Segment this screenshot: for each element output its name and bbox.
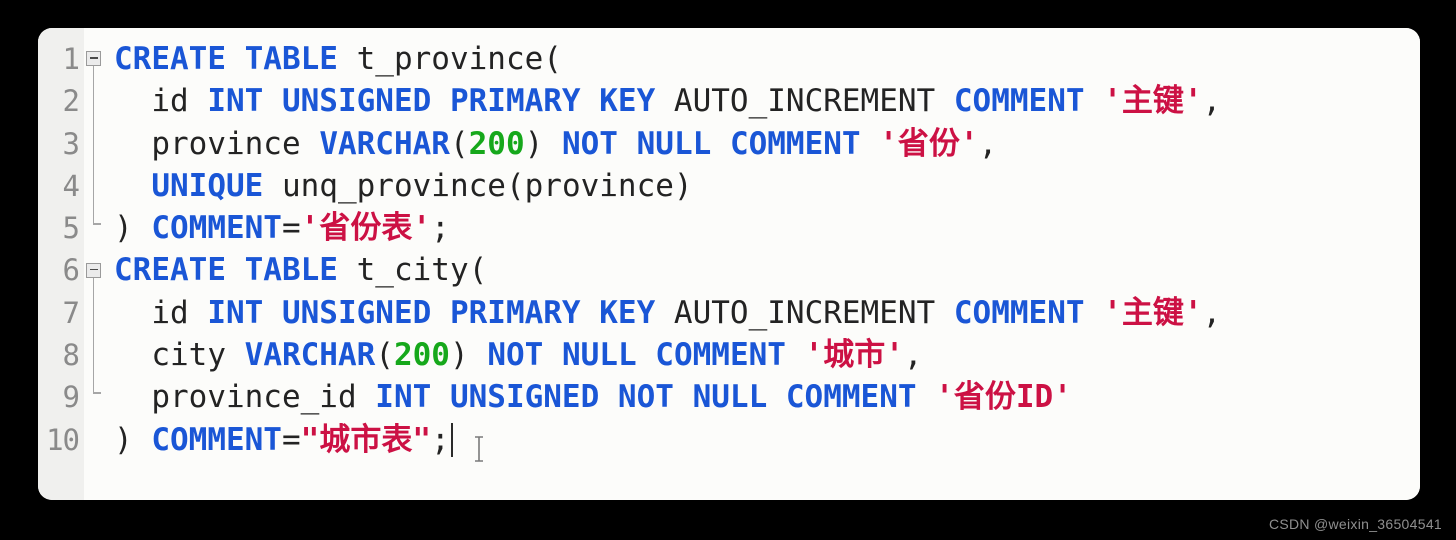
token-str: "城市表" (300, 421, 431, 458)
fold-slot-5 (84, 207, 110, 249)
line-number-8: 8 (62, 338, 80, 373)
line-number-5: 5 (62, 211, 80, 246)
token-kw: COMMENT (151, 421, 282, 458)
token-kw: INT UNSIGNED NOT NULL COMMENT (375, 379, 936, 416)
token-punct: ( (449, 125, 469, 162)
token-id: id (114, 294, 208, 331)
token-kw: COMMENT (953, 83, 1104, 120)
code-line-5[interactable]: ) COMMENT='省份表'; (114, 207, 1420, 249)
token-id: id (114, 83, 208, 120)
line-number-gutter[interactable]: 1 2 3 4 5 6 7 8 9 10 (38, 28, 84, 500)
token-kw: NOT NULL COMMENT (561, 125, 880, 162)
token-punct: ) (114, 421, 152, 458)
fold-slot-2 (84, 80, 110, 122)
token-str: '省份表' (300, 210, 431, 247)
line-number-1: 1 (62, 42, 80, 76)
token-punct: , (903, 337, 923, 374)
token-punct: ) (114, 210, 152, 247)
token-kw: CREATE TABLE (114, 41, 357, 77)
line-number-6: 6 (62, 253, 80, 288)
code-line-6[interactable]: CREATE TABLE t_city( (114, 249, 1420, 291)
code-line-10[interactable]: ) COMMENT="城市表"; (114, 419, 1420, 461)
line-number-9: 9 (62, 380, 80, 415)
line-number-2: 2 (62, 84, 80, 119)
line-number-4: 4 (62, 168, 80, 203)
token-kw: INT UNSIGNED PRIMARY KEY (207, 294, 674, 331)
token-id: t_province( (356, 41, 562, 77)
fold-slot-9 (84, 376, 110, 418)
token-punct: ; (430, 421, 450, 458)
token-punct: ) (524, 125, 562, 162)
token-kw: CREATE TABLE (114, 252, 357, 289)
token-num: 200 (468, 125, 525, 162)
token-punct: ( (375, 337, 394, 374)
token-punct: = (281, 421, 301, 458)
code-line-2[interactable]: id INT UNSIGNED PRIMARY KEY AUTO_INCREME… (114, 80, 1420, 122)
token-id: AUTO_INCREMENT (673, 294, 954, 331)
token-id: city (114, 337, 245, 374)
fold-slot-7 (84, 292, 110, 334)
token-kw: UNIQUE (114, 167, 282, 204)
token-punct: , (1202, 83, 1222, 120)
code-line-3[interactable]: province VARCHAR(200) NOT NULL COMMENT '… (114, 123, 1420, 165)
token-punct: ; (430, 210, 450, 247)
fold-collapse-icon[interactable] (86, 262, 101, 278)
fold-region-line (92, 277, 95, 393)
csdn-watermark: CSDN @weixin_36504541 (1268, 516, 1442, 532)
token-punct: ) (449, 337, 488, 374)
token-kw: COMMENT (151, 210, 282, 247)
text-caret (450, 422, 454, 457)
fold-collapse-icon[interactable] (86, 51, 101, 66)
token-id: province_id (114, 379, 376, 416)
code-line-4[interactable]: UNIQUE unq_province(province) (114, 165, 1420, 207)
code-fold-gutter[interactable] (84, 28, 110, 500)
fold-slot-8 (84, 334, 110, 376)
fold-region-end-marker (92, 223, 101, 225)
token-num: 200 (393, 337, 450, 374)
code-line-7[interactable]: id INT UNSIGNED PRIMARY KEY AUTO_INCREME… (114, 292, 1420, 334)
token-id: unq_province(province) (281, 167, 693, 204)
token-kw: VARCHAR (319, 125, 450, 162)
token-str: '省份' (879, 125, 979, 162)
token-id: AUTO_INCREMENT (673, 83, 954, 120)
line-number-3: 3 (62, 126, 80, 161)
token-str: '省份ID' (935, 379, 1072, 416)
token-id: t_city( (356, 252, 488, 289)
line-number-7: 7 (62, 295, 80, 330)
fold-slot-3 (84, 123, 110, 165)
fold-region-line (92, 66, 95, 224)
token-kw: VARCHAR (244, 337, 376, 374)
token-punct: = (281, 210, 301, 247)
token-id: province (114, 125, 320, 162)
code-line-9[interactable]: province_id INT UNSIGNED NOT NULL COMMEN… (114, 376, 1420, 418)
fold-slot-10 (84, 419, 110, 461)
token-kw: NOT NULL COMMENT (487, 337, 805, 374)
token-str: '城市' (804, 337, 904, 374)
token-punct: , (978, 125, 998, 162)
token-kw: INT UNSIGNED PRIMARY KEY (207, 83, 674, 120)
token-kw: COMMENT (953, 294, 1104, 331)
code-line-8[interactable]: city VARCHAR(200) NOT NULL COMMENT '城市', (114, 334, 1420, 376)
token-str: '主键' (1103, 83, 1203, 120)
code-line-1[interactable]: CREATE TABLE t_province( (114, 38, 1420, 80)
code-text-area[interactable]: CREATE TABLE t_province( id INT UNSIGNED… (110, 28, 1420, 500)
fold-slot-4 (84, 165, 110, 207)
fold-region-end-marker (92, 392, 101, 395)
line-number-10: 10 (46, 422, 80, 457)
token-str: '主键' (1103, 294, 1203, 331)
token-punct: , (1202, 294, 1222, 331)
code-editor-panel[interactable]: 1 2 3 4 5 6 7 8 9 10 CREATE TABLE t_province( id … (38, 28, 1420, 500)
